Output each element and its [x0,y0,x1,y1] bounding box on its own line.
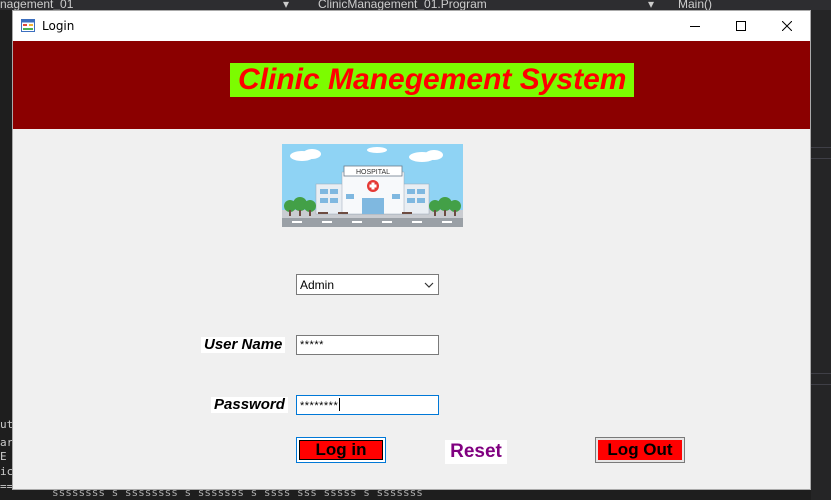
password-label: Password [211,397,288,413]
minimize-icon [690,26,700,27]
logout-button[interactable]: Log Out [595,437,685,463]
ide-tab-program[interactable]: ClinicManagement_01.Program [318,0,487,10]
ide-tab-main[interactable]: Main() [678,0,712,10]
form-icon [21,19,35,32]
username-input-value: ***** [300,339,324,351]
close-button[interactable] [764,11,810,41]
login-window: Login Clinic Manegement System HOSPITAL [12,10,811,490]
ide-right-panel [811,10,831,500]
hospital-illustration: HOSPITAL [282,144,463,227]
login-button-label: Log in [299,440,383,460]
close-icon [782,21,792,31]
role-dropdown[interactable]: Admin [296,274,439,295]
logout-button-label: Log Out [598,440,682,460]
login-button[interactable]: Log in [296,437,386,463]
text-caret [339,398,341,411]
ide-code-line: ic [0,465,12,478]
role-dropdown-value: Admin [300,278,335,292]
ide-code-line: E [0,450,7,463]
ide-tab-project[interactable]: nagement_01 [0,0,73,10]
header-banner: Clinic Manegement System [13,41,810,129]
app-title: Clinic Manegement System [230,63,635,97]
ide-code-line: ut [0,418,12,431]
window-title: Login [42,19,75,33]
reset-button[interactable]: Reset [445,440,507,464]
chevron-down-icon [424,279,434,293]
ide-code-line: ar [0,436,12,449]
ide-output-text: ssssssss s ssssssss s sssssss s ssss sss… [52,490,423,499]
maximize-icon [736,21,746,31]
password-input-value: ******** [300,400,339,412]
minimize-button[interactable] [672,11,718,41]
ide-output-panel: ssssssss s ssssssss s sssssss s ssss sss… [12,490,811,500]
maximize-button[interactable] [718,11,764,41]
ide-chevron-icon: ▾ [283,0,290,10]
hospital-sign-text: HOSPITAL [356,169,390,176]
username-label: User Name [201,337,286,353]
ide-tab-bar: nagement_01 ▾ ClinicManagement_01.Progra… [0,0,831,10]
title-bar[interactable]: Login [13,11,810,41]
ide-chevron-icon: ▾ [648,0,655,10]
ide-editor-gutter: ut ar E ic == [0,10,12,500]
password-input[interactable]: ******** [296,395,439,415]
username-input[interactable]: ***** [296,335,439,355]
ide-code-line: == [0,480,12,493]
